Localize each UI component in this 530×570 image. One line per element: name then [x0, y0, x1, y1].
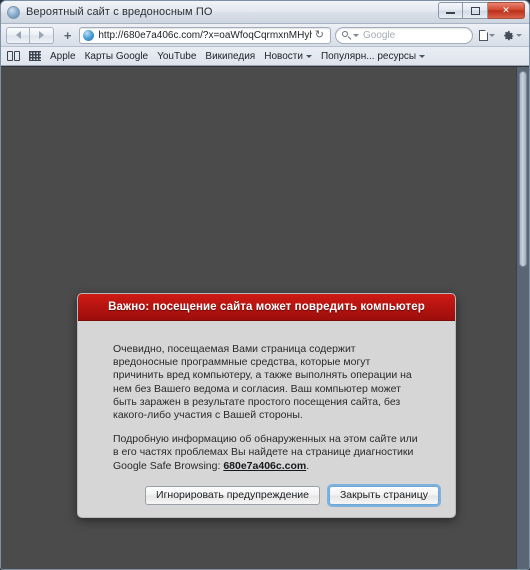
warning-paragraph-1: Очевидно, посещаемая Вами страница содер… — [113, 343, 412, 422]
search-input[interactable]: Google — [335, 26, 473, 44]
page-menu-button[interactable] — [477, 29, 497, 41]
navigation-buttons — [6, 26, 54, 44]
bookmark-label: Apple — [50, 50, 76, 62]
warning-dialog-header: Важно: посещение сайта может повредить к… — [78, 294, 455, 321]
bookmark-item-news[interactable]: Новости — [264, 51, 312, 62]
bookmark-item-popular[interactable]: Популярн... ресурсы — [320, 50, 426, 62]
bookmark-label: Карты Google — [84, 50, 149, 62]
page-viewport: Важно: посещение сайта может повредить к… — [1, 66, 529, 569]
warning-dialog-title: Важно: посещение сайта может повредить к… — [108, 301, 425, 313]
back-arrow-icon — [15, 31, 21, 39]
chevron-down-icon — [305, 54, 312, 58]
bookmark-item-wikipedia[interactable]: Википедия — [205, 51, 255, 62]
warning-paragraph-2: Подробную информацию об обнаруженных на … — [113, 433, 423, 473]
address-bar[interactable]: http://680e7a406c.com/?x=oaWfoqCqrmxnMHy… — [79, 26, 331, 44]
globe-icon — [7, 5, 20, 19]
chevron-down-icon — [419, 54, 426, 58]
scrollbar-thumb[interactable] — [519, 71, 527, 267]
window-title: Вероятный сайт с вредоносным ПО — [26, 6, 213, 18]
bookmark-item-apple[interactable]: Apple — [50, 51, 76, 62]
malware-warning-dialog: Важно: посещение сайта может повредить к… — [77, 293, 456, 518]
close-button[interactable]: ✕ — [488, 2, 525, 19]
warning-paragraph-2-suffix: . — [306, 459, 310, 472]
grid-icon[interactable] — [29, 51, 41, 61]
settings-menu-button[interactable] — [501, 29, 524, 41]
reload-icon[interactable]: ↻ — [312, 29, 327, 41]
warning-dialog-buttons: Игнорировать предупреждение Закрыть стра… — [78, 473, 455, 517]
forward-button[interactable] — [30, 26, 54, 44]
bookmark-label: Википедия — [205, 50, 256, 62]
bookmark-item-youtube[interactable]: YouTube — [157, 51, 196, 62]
chevron-down-icon[interactable] — [353, 33, 359, 37]
search-icon — [342, 30, 351, 40]
back-button[interactable] — [6, 26, 30, 44]
bookmarks-bar: Apple Карты Google YouTube Википедия Нов… — [1, 47, 529, 66]
chevron-down-icon — [489, 33, 495, 37]
minimize-button[interactable] — [438, 2, 463, 19]
search-placeholder: Google — [363, 29, 396, 41]
browser-window: Вероятный сайт с вредоносным ПО ✕ + http… — [0, 0, 530, 570]
bookmark-item-google-maps[interactable]: Карты Google — [85, 51, 149, 62]
site-favicon-icon — [83, 29, 95, 41]
gear-icon — [503, 29, 515, 41]
maximize-button[interactable] — [463, 2, 488, 19]
forward-arrow-icon — [39, 31, 44, 39]
bookmark-label: YouTube — [157, 50, 197, 62]
title-bar: Вероятный сайт с вредоносным ПО ✕ — [1, 1, 529, 24]
vertical-scrollbar[interactable] — [516, 67, 529, 569]
chevron-down-icon — [516, 33, 522, 37]
ignore-warning-button[interactable]: Игнорировать предупреждение — [145, 485, 320, 505]
diagnostic-link[interactable]: 680e7a406c.com — [223, 460, 306, 472]
page-content: Важно: посещение сайта может повредить к… — [1, 67, 516, 569]
url-text: http://680e7a406c.com/?x=oaWfoqCqrmxnMHy… — [98, 29, 312, 41]
bookmark-label: Новости — [264, 50, 303, 62]
page-icon — [479, 29, 489, 41]
window-controls: ✕ — [438, 2, 525, 19]
book-icon[interactable] — [7, 51, 20, 61]
warning-dialog-body: Очевидно, посещаемая Вами страница содер… — [78, 321, 455, 473]
close-page-button[interactable]: Закрыть страницу — [328, 485, 439, 505]
new-tab-button[interactable]: + — [60, 27, 75, 44]
browser-toolbar: + http://680e7a406c.com/?x=oaWfoqCqrmxnM… — [1, 24, 529, 47]
bookmark-label: Популярн... ресурсы — [320, 50, 417, 62]
